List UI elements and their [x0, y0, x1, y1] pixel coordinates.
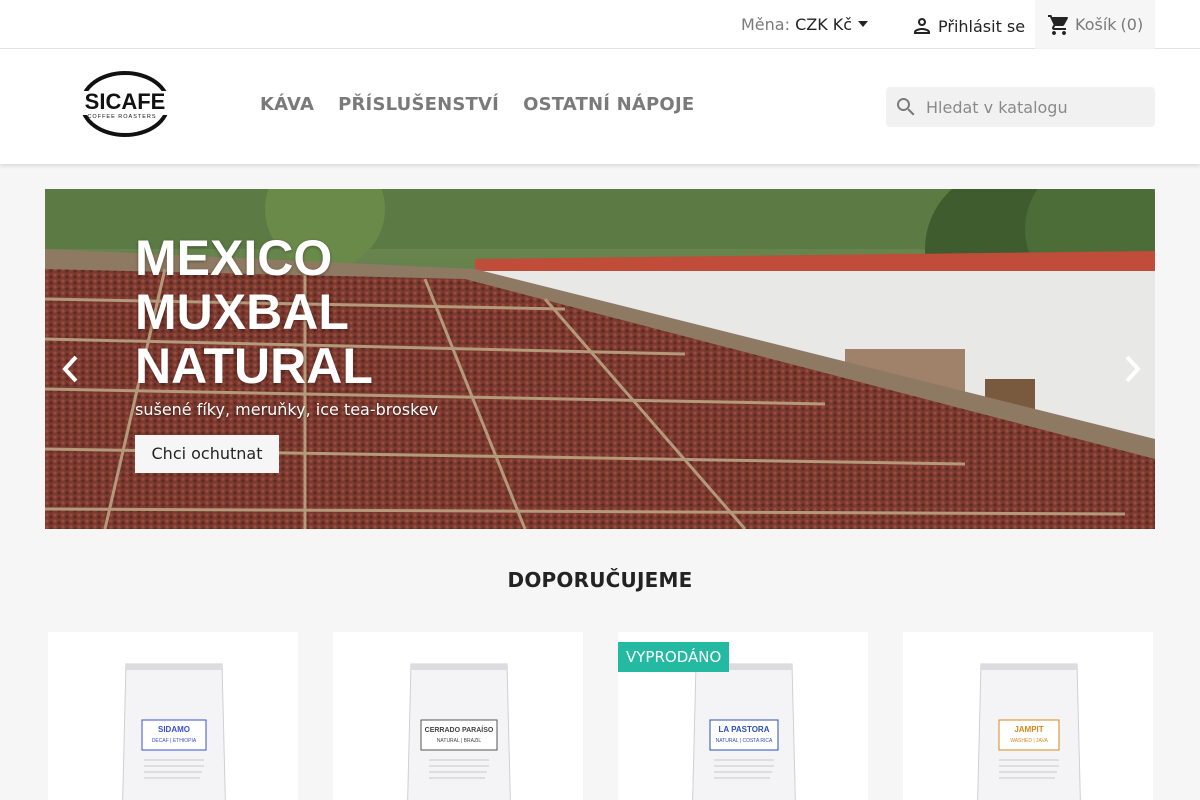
- product-image: SIDAMO DECAF | ETHIOPIA: [122, 663, 226, 800]
- product-name: JAMPIT: [1014, 725, 1043, 734]
- slider-prev-button[interactable]: [57, 349, 83, 389]
- caret-down-icon: [858, 20, 869, 27]
- main-nav: KÁVA PŘÍSLUŠENSTVÍ OSTATNÍ NÁPOJE: [260, 94, 694, 115]
- login-link[interactable]: Přihlásit se: [910, 14, 1025, 38]
- slide-title: MEXICO MUXBAL NATURAL: [135, 230, 373, 394]
- user-icon: [914, 18, 930, 34]
- cart-button[interactable]: Košík (0): [1035, 0, 1155, 49]
- product-name: LA PASTORA: [719, 725, 770, 734]
- main-header: SICAFE COFFEE ROASTERS KÁVA PŘÍSLUŠENSTV…: [0, 49, 1200, 164]
- product-origin: NATURAL | BRAZIL: [437, 738, 482, 744]
- chevron-left-icon: [62, 355, 78, 383]
- sold-out-badge: VYPRODÁNO: [618, 642, 730, 672]
- cart-count: (0): [1120, 15, 1144, 34]
- product-name: SIDAMO: [158, 725, 190, 734]
- product-card[interactable]: JAMPIT WASHED | JAVA: [903, 632, 1153, 800]
- cart-icon: [1048, 14, 1068, 35]
- slider-next-button[interactable]: [1120, 349, 1146, 389]
- currency-label: Měna:: [741, 15, 790, 34]
- nav-kava[interactable]: KÁVA: [260, 94, 314, 115]
- slide-cta-button[interactable]: Chci ochutnat: [135, 435, 279, 473]
- product-image: LA PASTORA NATURAL | COSTA RICA: [692, 663, 796, 800]
- featured-section-title: DOPORUČUJEME: [507, 568, 693, 592]
- slide-subtitle: sušené fíky, meruňky, ice tea-broskev: [135, 400, 439, 419]
- site-logo[interactable]: SICAFE COFFEE ROASTERS: [78, 69, 172, 139]
- product-card[interactable]: CERRADO PARAÍSO NATURAL | BRAZIL: [333, 632, 583, 800]
- product-name: CERRADO PARAÍSO: [425, 725, 494, 734]
- logo-text: SICAFE: [85, 89, 166, 114]
- product-origin: NATURAL | COSTA RICA: [716, 738, 773, 744]
- product-image: JAMPIT WASHED | JAVA: [977, 663, 1081, 800]
- product-origin: DECAF | ETHIOPIA: [152, 738, 197, 744]
- login-label: Přihlásit se: [938, 16, 1026, 36]
- currency-selector[interactable]: Měna: CZK Kč: [741, 15, 869, 34]
- product-card[interactable]: SIDAMO DECAF | ETHIOPIA: [48, 632, 298, 800]
- search-input[interactable]: [926, 97, 1146, 117]
- nav-prislusenstvi[interactable]: PŘÍSLUŠENSTVÍ: [338, 94, 499, 115]
- search-box: [886, 87, 1155, 127]
- top-bar: Měna: CZK Kč Přihlásit se Košík (0): [0, 0, 1200, 49]
- cart-label: Košík: [1075, 15, 1117, 34]
- search-icon[interactable]: [894, 95, 918, 119]
- logo-subtext: COFFEE ROASTERS: [87, 114, 156, 120]
- product-origin: WASHED | JAVA: [1010, 738, 1048, 744]
- nav-ostatni-napoje[interactable]: OSTATNÍ NÁPOJE: [523, 94, 694, 115]
- product-image: CERRADO PARAÍSO NATURAL | BRAZIL: [407, 663, 511, 800]
- currency-value: CZK Kč: [795, 15, 853, 34]
- hero-slider: MEXICO MUXBAL NATURAL sušené fíky, meruň…: [45, 189, 1155, 529]
- chevron-right-icon: [1125, 355, 1141, 383]
